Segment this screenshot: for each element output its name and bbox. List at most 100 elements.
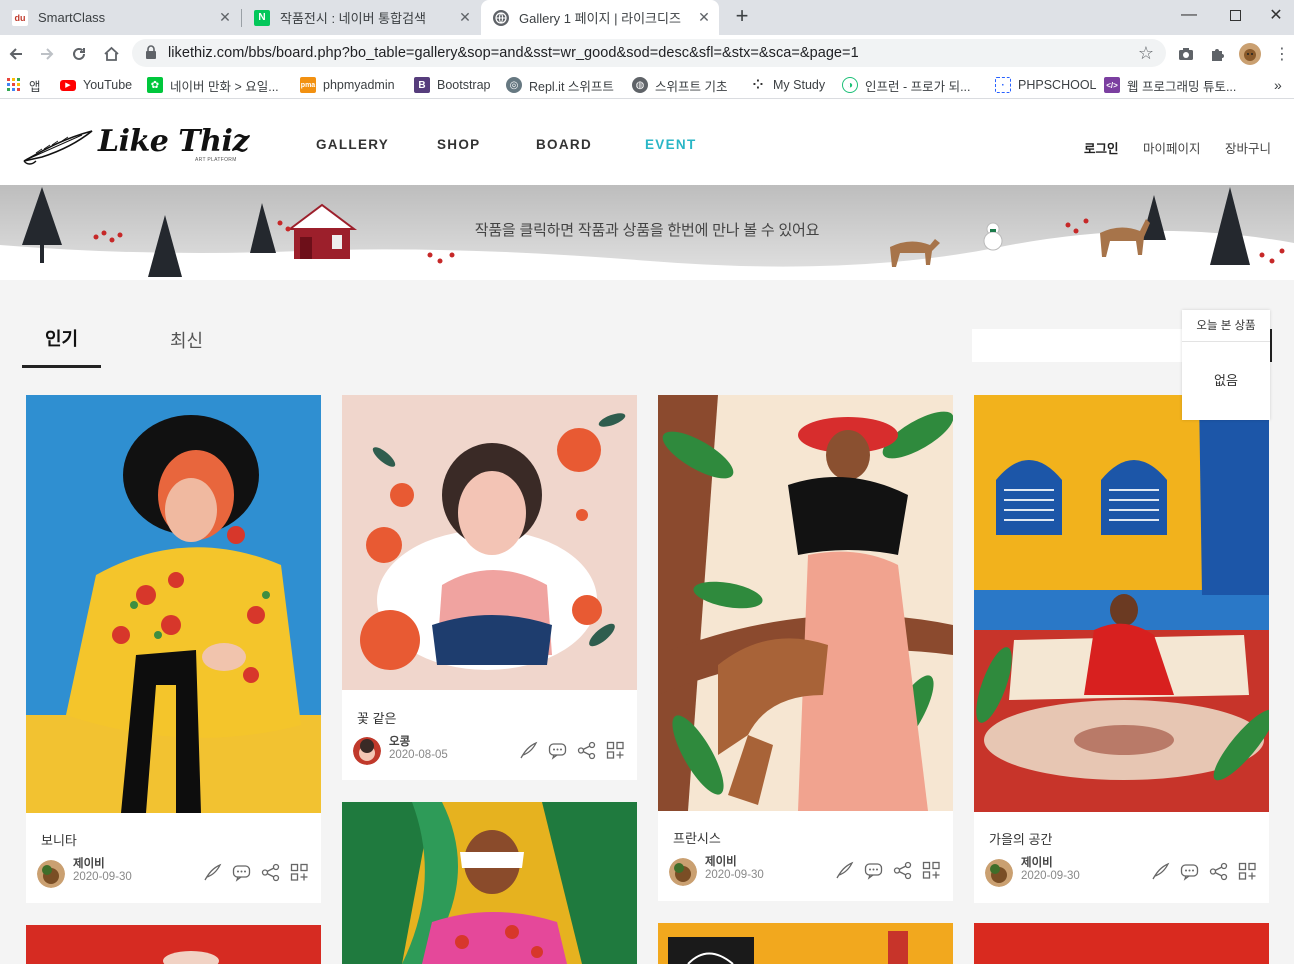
youtube-icon: ▶ — [60, 79, 76, 91]
minimize-icon[interactable]: — — [1166, 0, 1212, 30]
nav-gallery[interactable]: GALLERY — [316, 137, 389, 152]
bookmark-apps[interactable]: 앱 — [6, 77, 41, 94]
share-icon[interactable] — [893, 861, 912, 880]
browser-tab-gallery[interactable]: Gallery 1 페이지 | 라이크디즈 ✕ — [481, 0, 719, 35]
browser-tab-naver[interactable]: N 작품전시 : 네이버 통합검색 ✕ — [242, 0, 480, 35]
window-close-icon[interactable]: ✕ — [1258, 0, 1294, 30]
feather-like-icon[interactable] — [835, 861, 854, 880]
post-date: 2020-09-30 — [705, 869, 764, 881]
artwork-image[interactable] — [974, 923, 1269, 964]
author-name[interactable]: 오콩 — [389, 733, 410, 749]
bookmark-phpschool[interactable]: · PHPSCHOOL — [995, 77, 1097, 93]
bookmark-label: 웹 프로그래밍 튜토... — [1127, 79, 1237, 94]
artwork-image[interactable] — [26, 925, 321, 964]
tab-latest[interactable]: 최신 — [170, 327, 203, 353]
bookmark-replit[interactable]: ◎ Repl.it 스위프트 — [506, 77, 614, 94]
cart-link[interactable]: 장바구니 — [1225, 138, 1271, 157]
feather-like-icon[interactable] — [1151, 862, 1170, 881]
author-name[interactable]: 제이비 — [705, 853, 737, 869]
forward-arrow-icon[interactable] — [35, 42, 59, 66]
browser-tab-smartclass[interactable]: du SmartClass ✕ — [0, 0, 240, 35]
share-icon[interactable] — [261, 863, 280, 882]
share-icon[interactable] — [577, 741, 596, 760]
browser-menu-icon[interactable]: ⋮ — [1270, 42, 1294, 66]
nav-event[interactable]: EVENT — [645, 137, 697, 152]
comment-icon[interactable] — [1180, 862, 1199, 881]
gallery-card[interactable]: 보니타 제이비 2020-09-30 — [26, 395, 321, 903]
maximize-icon[interactable] — [1212, 0, 1258, 30]
comment-icon[interactable] — [548, 741, 567, 760]
nav-shop[interactable]: SHOP — [437, 137, 480, 152]
add-collection-icon[interactable] — [606, 741, 625, 760]
artwork-image[interactable] — [26, 395, 321, 813]
gallery-card[interactable]: 꽃 같은 오콩 2020-08-05 — [342, 395, 637, 780]
artwork-image[interactable] — [974, 395, 1269, 812]
author-name[interactable]: 제이비 — [1021, 854, 1053, 870]
add-collection-icon[interactable] — [290, 863, 309, 882]
logo-wordmark[interactable]: Like Thiz — [98, 124, 249, 159]
bookmark-label: 앱 — [29, 79, 41, 94]
close-tab-icon[interactable]: ✕ — [218, 10, 232, 24]
gallery-card[interactable] — [658, 923, 953, 964]
artwork-title[interactable]: 꽃 같은 — [357, 708, 397, 727]
extensions-puzzle-icon[interactable] — [1205, 42, 1229, 66]
comment-icon[interactable] — [232, 863, 251, 882]
mypage-link[interactable]: 마이페이지 — [1143, 138, 1201, 157]
gallery-card[interactable]: 가을의 공간 제이비 2020-09-30 — [974, 395, 1269, 903]
recently-viewed-title[interactable]: 오늘 본 상품 — [1182, 310, 1270, 342]
feather-like-icon[interactable] — [203, 863, 222, 882]
bookmark-label: 네이버 만화 > 요일... — [170, 79, 279, 94]
bookmarks-overflow-icon[interactable]: » — [1274, 77, 1282, 93]
close-tab-icon[interactable]: ✕ — [697, 10, 711, 24]
author-avatar[interactable] — [985, 859, 1013, 887]
lock-icon — [146, 45, 156, 59]
bookmark-phpmyadmin[interactable]: pma phpmyadmin — [300, 77, 395, 93]
artwork-title[interactable]: 가을의 공간 — [989, 829, 1052, 848]
author-name[interactable]: 제이비 — [73, 855, 105, 871]
artwork-title[interactable]: 보니타 — [41, 830, 77, 849]
tab-popular[interactable]: 인기 — [22, 325, 101, 351]
artwork-image[interactable] — [342, 395, 637, 690]
login-link[interactable]: 로그인 — [1084, 138, 1119, 157]
bookmark-label: phpmyadmin — [323, 78, 395, 92]
bookmark-star-icon[interactable]: ☆ — [1138, 43, 1154, 64]
gallery-card[interactable]: 프란시스 제이비 2020-09-30 — [658, 395, 953, 901]
bootstrap-icon: B — [414, 77, 430, 93]
reload-icon[interactable] — [67, 42, 91, 66]
new-tab-button[interactable]: + — [731, 5, 753, 28]
bookmark-youtube[interactable]: ▶ YouTube — [60, 77, 132, 93]
bookmark-label: My Study — [773, 78, 826, 92]
feather-like-icon[interactable] — [519, 741, 538, 760]
bookmark-my-study[interactable]: ⁘ My Study — [750, 77, 826, 93]
comment-icon[interactable] — [864, 861, 883, 880]
add-collection-icon[interactable] — [1238, 862, 1257, 881]
author-avatar[interactable] — [37, 860, 65, 888]
gallery-card[interactable] — [342, 802, 637, 964]
address-bar[interactable]: likethiz.com/bbs/board.php?bo_table=gall… — [132, 39, 1166, 67]
artwork-image[interactable] — [658, 395, 953, 811]
code-icon: </> — [1104, 77, 1120, 93]
banner-guide-text: 작품을 클릭하면 작품과 상품을 한번에 만나 볼 수 있어요 — [474, 222, 820, 239]
share-icon[interactable] — [1209, 862, 1228, 881]
author-avatar[interactable] — [669, 858, 697, 886]
close-tab-icon[interactable]: ✕ — [458, 10, 472, 24]
artwork-title[interactable]: 프란시스 — [673, 828, 721, 847]
author-avatar[interactable] — [353, 737, 381, 765]
add-collection-icon[interactable] — [922, 861, 941, 880]
artwork-image[interactable] — [658, 923, 953, 964]
bookmark-swift-basics[interactable]: ◍ 스위프트 기초 — [632, 77, 727, 94]
bookmark-web-tutorial[interactable]: </> 웹 프로그래밍 튜토... — [1104, 77, 1237, 94]
bookmark-naver-webtoon[interactable]: ✿ 네이버 만화 > 요일... — [147, 77, 279, 94]
artwork-image[interactable] — [342, 802, 637, 964]
post-date: 2020-09-30 — [1021, 870, 1080, 882]
camera-icon[interactable] — [1174, 42, 1198, 66]
nav-board[interactable]: BOARD — [536, 137, 592, 152]
home-icon[interactable] — [99, 42, 123, 66]
gallery-card[interactable] — [974, 923, 1269, 964]
back-arrow-icon[interactable] — [4, 42, 28, 66]
gallery-card[interactable] — [26, 925, 321, 964]
bookmark-bootstrap[interactable]: B Bootstrap — [414, 77, 491, 93]
globe-icon: ◍ — [632, 77, 648, 93]
bookmark-inflearn[interactable]: ◑ 인프런 - 프로가 되... — [842, 77, 971, 94]
profile-avatar[interactable] — [1238, 42, 1262, 66]
